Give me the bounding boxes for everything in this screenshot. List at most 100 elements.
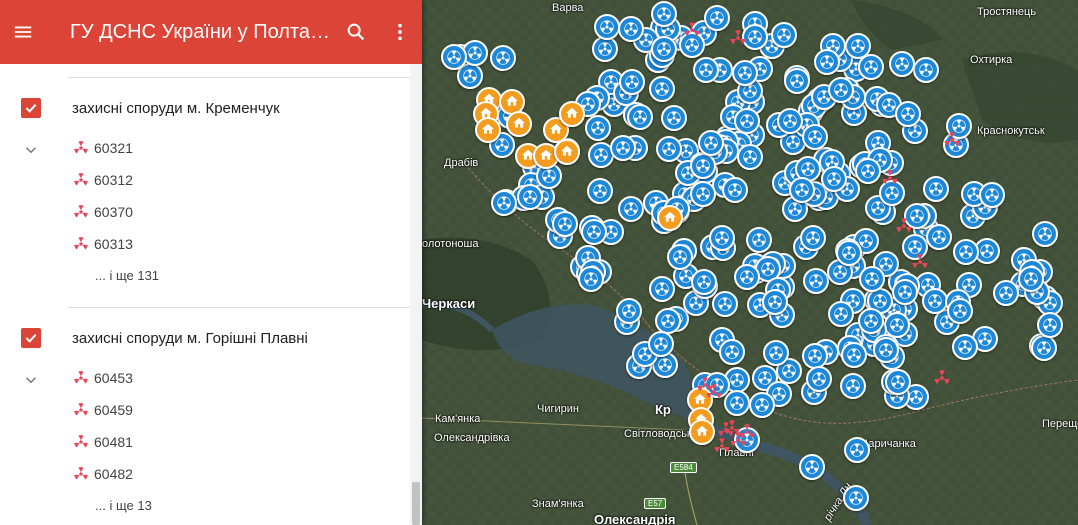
shelter-marker[interactable] bbox=[489, 44, 516, 71]
shelter-marker[interactable] bbox=[689, 181, 716, 208]
shelter-marker[interactable] bbox=[723, 389, 750, 416]
shelter-marker[interactable] bbox=[1037, 312, 1063, 338]
kremenchuk-shelter-marker[interactable] bbox=[943, 131, 961, 149]
shelter-marker[interactable] bbox=[801, 342, 828, 369]
shelter-marker[interactable] bbox=[617, 196, 644, 223]
shelter-marker[interactable] bbox=[703, 5, 730, 32]
map-canvas[interactable]: Варва Тростянець Охтирка Краснокутськ Др… bbox=[422, 0, 1078, 525]
shelter-marker[interactable] bbox=[947, 297, 974, 324]
shelter-marker[interactable] bbox=[803, 267, 830, 294]
shelter-marker[interactable] bbox=[584, 115, 611, 142]
shelter-marker[interactable] bbox=[745, 226, 772, 253]
shelter-marker[interactable] bbox=[580, 218, 607, 245]
hq-marker[interactable] bbox=[506, 111, 532, 137]
shelter-marker[interactable] bbox=[799, 224, 826, 251]
shelter-marker[interactable] bbox=[591, 36, 618, 63]
shelter-marker[interactable] bbox=[651, 1, 678, 28]
chevron-down-icon[interactable] bbox=[22, 141, 40, 159]
kremenchuk-shelter-marker[interactable] bbox=[895, 217, 913, 235]
shelter-marker[interactable] bbox=[651, 35, 678, 62]
list-item[interactable]: 60482 bbox=[72, 464, 133, 484]
hq-marker[interactable] bbox=[689, 419, 715, 445]
shelter-marker[interactable] bbox=[609, 135, 636, 162]
shelter-marker[interactable] bbox=[718, 339, 745, 366]
shelter-marker[interactable] bbox=[894, 100, 921, 127]
shelter-marker[interactable] bbox=[690, 269, 717, 296]
list-item[interactable]: 60459 bbox=[72, 400, 133, 420]
shelter-marker[interactable] bbox=[734, 107, 761, 134]
shelter-marker[interactable] bbox=[689, 153, 716, 180]
shelter-marker[interactable] bbox=[655, 136, 682, 163]
layer-name[interactable]: захисні споруди м. Кременчук bbox=[72, 100, 280, 117]
menu-button[interactable] bbox=[0, 0, 46, 64]
hq-marker[interactable] bbox=[657, 205, 683, 231]
kremenchuk-shelter-marker[interactable] bbox=[738, 423, 756, 441]
list-item[interactable]: 60321 bbox=[72, 138, 133, 158]
search-button[interactable] bbox=[334, 0, 378, 64]
shelter-marker[interactable] bbox=[626, 103, 653, 130]
shelter-marker[interactable] bbox=[978, 181, 1005, 208]
shelter-marker[interactable] bbox=[440, 43, 467, 70]
shelter-marker[interactable] bbox=[749, 392, 775, 418]
scroll-thumb[interactable] bbox=[412, 482, 420, 525]
shelter-marker[interactable] bbox=[692, 56, 719, 83]
kremenchuk-shelter-marker[interactable] bbox=[705, 383, 723, 401]
chevron-down-icon[interactable] bbox=[22, 371, 40, 389]
shelter-marker[interactable] bbox=[912, 57, 939, 84]
shelter-marker[interactable] bbox=[855, 157, 882, 184]
shelter-marker[interactable] bbox=[872, 336, 899, 363]
layer-checkbox[interactable] bbox=[21, 98, 41, 118]
shelter-marker[interactable] bbox=[828, 300, 855, 327]
shelter-marker[interactable] bbox=[736, 144, 763, 171]
shelter-marker[interactable] bbox=[708, 224, 735, 251]
shelter-marker[interactable] bbox=[799, 454, 825, 480]
more-items-link[interactable]: ... і ще 131 bbox=[95, 268, 159, 283]
kremenchuk-shelter-marker[interactable] bbox=[713, 437, 731, 455]
shelter-marker[interactable] bbox=[820, 166, 847, 193]
shelter-marker[interactable] bbox=[732, 59, 759, 86]
list-item[interactable]: 60313 bbox=[72, 234, 133, 254]
shelter-marker[interactable] bbox=[777, 107, 804, 134]
shelter-marker[interactable] bbox=[952, 239, 979, 266]
shelter-marker[interactable] bbox=[617, 15, 644, 42]
scrollbar[interactable] bbox=[410, 64, 422, 525]
list-item[interactable]: 60481 bbox=[72, 432, 133, 452]
shelter-marker[interactable] bbox=[802, 123, 829, 150]
hq-marker[interactable] bbox=[475, 117, 501, 143]
layer-name[interactable]: захисні споруди м. Горішні Плавні bbox=[72, 330, 308, 347]
list-item[interactable]: 60453 bbox=[72, 368, 133, 388]
shelter-marker[interactable] bbox=[618, 68, 645, 95]
kremenchuk-shelter-marker[interactable] bbox=[729, 29, 747, 47]
kremenchuk-shelter-marker[interactable] bbox=[683, 21, 701, 39]
kremenchuk-shelter-marker[interactable] bbox=[933, 369, 951, 387]
shelter-marker[interactable] bbox=[1017, 266, 1044, 293]
shelter-marker[interactable] bbox=[762, 339, 789, 366]
shelter-marker[interactable] bbox=[857, 307, 884, 334]
shelter-marker[interactable] bbox=[697, 130, 724, 157]
list-item[interactable]: 60370 bbox=[72, 202, 133, 222]
shelter-marker[interactable] bbox=[858, 266, 885, 293]
shelter-marker[interactable] bbox=[647, 330, 674, 357]
item-label: 60481 bbox=[94, 434, 133, 450]
shelter-marker[interactable] bbox=[844, 437, 870, 463]
kremenchuk-shelter-marker[interactable] bbox=[911, 253, 929, 271]
shelter-marker[interactable] bbox=[884, 368, 911, 395]
kremenchuk-shelter-marker[interactable] bbox=[881, 169, 899, 187]
shelter-marker[interactable] bbox=[836, 239, 863, 266]
shelter-marker[interactable] bbox=[925, 224, 952, 251]
shelter-marker[interactable] bbox=[840, 341, 867, 368]
shelter-marker[interactable] bbox=[649, 275, 676, 302]
shelter-marker[interactable] bbox=[891, 279, 918, 306]
more-options-button[interactable] bbox=[378, 0, 422, 64]
hq-marker[interactable] bbox=[559, 101, 585, 127]
shelter-marker[interactable] bbox=[993, 279, 1019, 306]
shelter-marker[interactable] bbox=[648, 75, 675, 102]
layer-checkbox[interactable] bbox=[21, 328, 41, 348]
shelter-marker[interactable] bbox=[843, 485, 869, 511]
shelter-marker[interactable] bbox=[660, 104, 687, 131]
more-items-link[interactable]: ... і ще 13 bbox=[95, 498, 152, 513]
list-item[interactable]: 60312 bbox=[72, 170, 133, 190]
shelter-marker[interactable] bbox=[813, 49, 840, 76]
shelter-marker[interactable] bbox=[1032, 220, 1059, 247]
hq-marker[interactable] bbox=[554, 139, 580, 165]
